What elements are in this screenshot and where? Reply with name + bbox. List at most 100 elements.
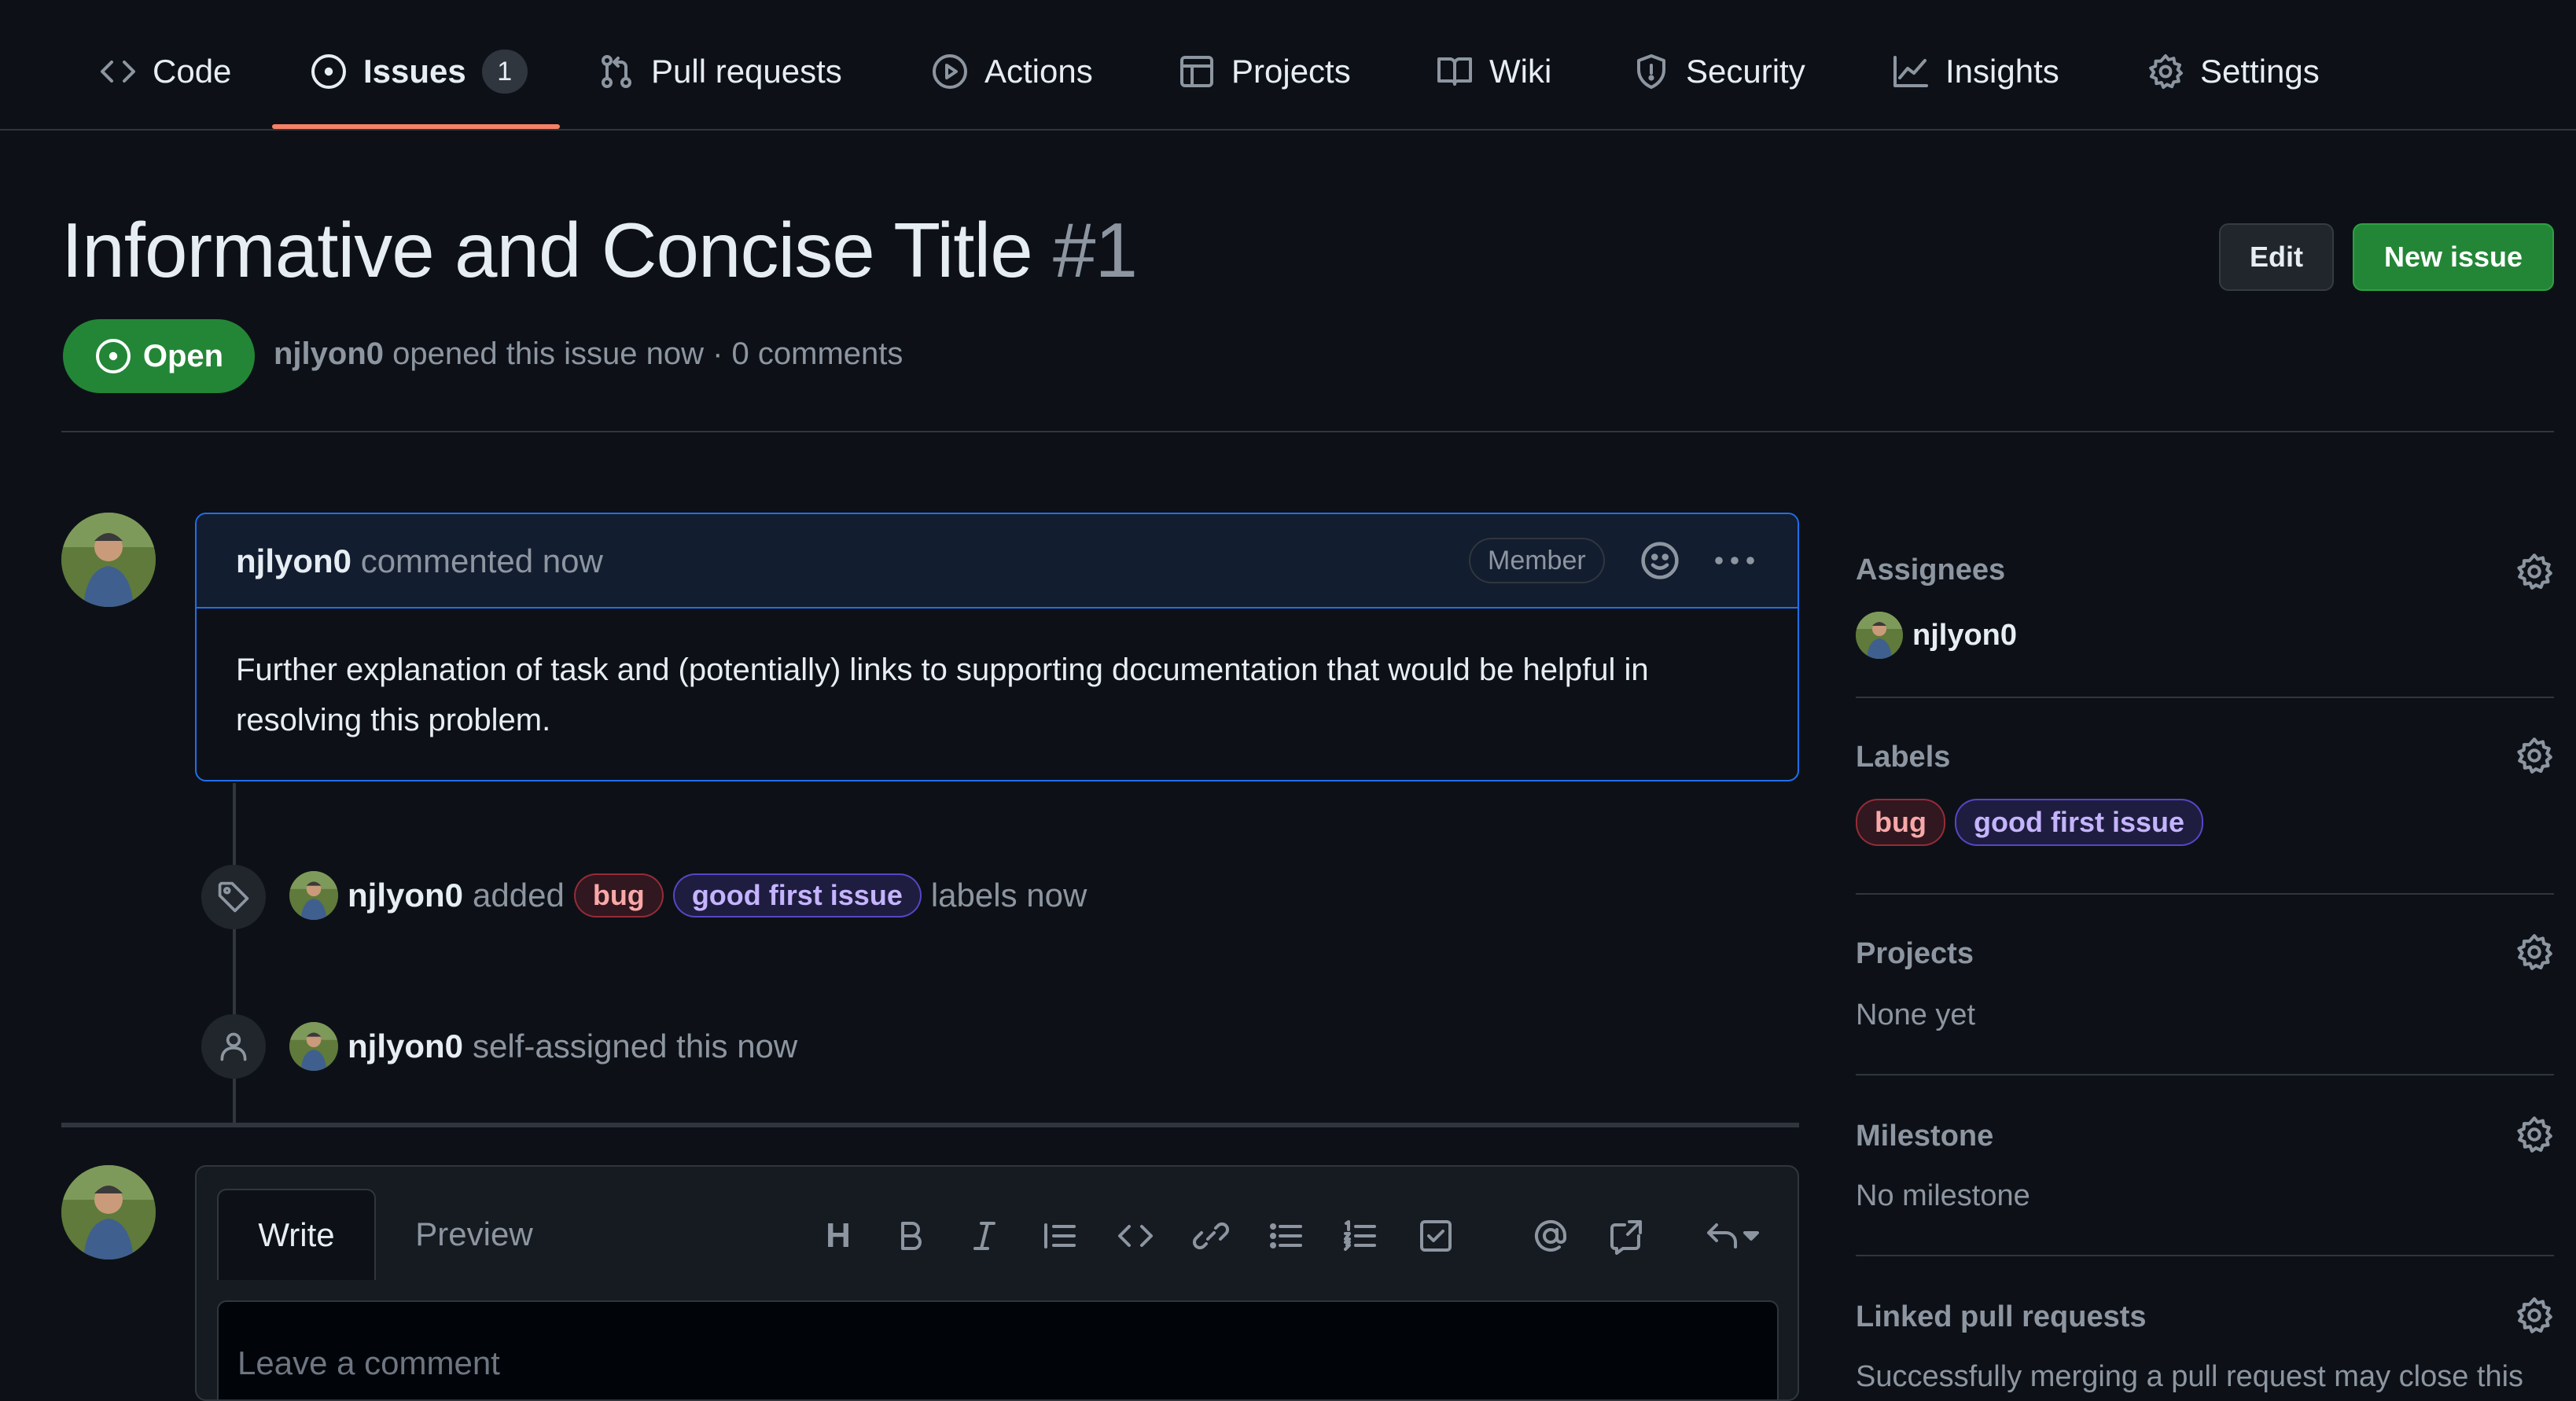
edit-button[interactable]: Edit [2219,223,2334,291]
link-button[interactable] [1189,1214,1233,1258]
avatar-photo [61,1165,156,1259]
shield-icon [1637,54,1665,89]
code-button[interactable] [1113,1214,1157,1258]
code-icon [1118,1225,1153,1247]
issue-meta-text: opened this issue now · 0 comments [392,336,903,371]
comment-textarea[interactable] [217,1300,1779,1399]
timeline-actor-link[interactable]: njlyon0 [348,877,463,914]
label-good-first-issue[interactable]: good first issue [1954,799,2204,846]
avatar-photo [61,513,156,607]
comment-header: njlyon0 commented now Member [197,514,1798,609]
tab-label: Issues [363,53,466,90]
tab-label: Actions [984,53,1093,90]
sidebar-divider [1856,697,2554,698]
comment-options-button[interactable] [1711,539,1758,582]
sidebar-divider [1856,893,2554,895]
tab-write[interactable]: Write [217,1189,376,1280]
assignee-item[interactable]: njlyon0 [1856,612,2017,659]
milestone-settings-button[interactable] [2515,1115,2554,1154]
sidebar-divider [1856,1255,2554,1256]
tab-label: Projects [1231,53,1351,90]
issue-state-label: Open [142,338,224,373]
gear-icon [2517,553,2552,590]
heading-button[interactable]: H [816,1214,860,1258]
projects-value: None yet [1856,998,1976,1031]
linked-prs-settings-button[interactable] [2515,1296,2554,1335]
tab-security[interactable]: Security [1632,41,1805,102]
label-good-first-issue[interactable]: good first issue [672,873,922,917]
tab-actions[interactable]: Actions [931,41,1093,102]
label-bug[interactable]: bug [1856,799,1945,846]
tab-label: Settings [2200,53,2320,90]
tab-preview[interactable]: Preview [407,1189,541,1280]
projects-settings-button[interactable] [2515,932,2554,972]
unordered-list-button[interactable] [1264,1214,1308,1258]
avatar[interactable] [289,871,338,920]
timeline-actor-link[interactable]: njlyon0 [348,1028,463,1065]
assignee-name: njlyon0 [1912,618,2018,652]
timeline-assign-event-icon [201,1014,266,1079]
saved-replies-button[interactable] [1697,1214,1768,1258]
book-icon [1437,57,1472,86]
issue-state-badge: Open [63,319,255,393]
pull-request-icon [602,55,631,88]
issue-meta: njlyon0 opened this issue now · 0 commen… [274,336,903,372]
tab-label: Pull requests [651,53,842,90]
comment-action: commented now [360,542,603,579]
cross-reference-button[interactable] [1604,1214,1648,1258]
label-bug[interactable]: bug [573,873,664,917]
add-reaction-button[interactable] [1639,539,1681,582]
avatar[interactable] [61,513,156,607]
avatar[interactable] [61,1165,156,1259]
issue-author-link[interactable]: njlyon0 [274,336,384,371]
milestone-heading: Milestone [1856,1120,1994,1153]
bold-icon [901,1222,922,1250]
header-divider [61,431,2554,432]
italic-icon [973,1222,995,1250]
member-badge: Member [1469,538,1605,583]
gear-icon [2517,934,2552,970]
assignees-settings-button[interactable] [2515,552,2554,591]
issue-title: Informative and Concise Title #1 [61,206,1138,295]
bold-button[interactable] [889,1214,933,1258]
timeline-label-event-icon [201,865,266,929]
italic-button[interactable] [962,1214,1006,1258]
task-list-button[interactable] [1414,1214,1458,1258]
mention-button[interactable] [1529,1214,1573,1258]
avatar-photo [289,1022,338,1071]
tab-insights[interactable]: Insights [1892,41,2059,102]
projects-heading: Projects [1856,937,1974,970]
comment-author-link[interactable]: njlyon0 [236,542,351,579]
linked-prs-heading: Linked pull requests [1856,1300,2147,1333]
avatar-photo [1856,612,1903,659]
cross-reference-icon [1610,1220,1642,1255]
mention-icon [1535,1219,1566,1252]
ordered-list-button[interactable] [1338,1214,1382,1258]
sidebar-labels-list: bug good first issue [1856,799,2204,846]
labels-settings-button[interactable] [2515,736,2554,775]
list-unordered-icon [1270,1223,1302,1248]
play-icon [933,54,967,89]
comment-composer: Write Preview H [195,1165,1799,1401]
milestone-value: No milestone [1856,1179,2030,1212]
sidebar-divider [1856,1074,2554,1076]
tab-label: Code [153,53,232,90]
tab-settings[interactable]: Settings [2147,41,2320,102]
tag-icon [218,881,249,913]
kebab-horizontal-icon [1715,557,1754,564]
person-icon [220,1032,247,1061]
new-issue-button[interactable]: New issue [2353,223,2554,291]
avatar[interactable] [289,1022,338,1071]
issues-count-badge: 1 [481,50,528,94]
issue-open-icon [95,339,131,373]
tab-code[interactable]: Code [99,41,231,102]
tab-issues[interactable]: Issues 1 [310,41,528,102]
quote-button[interactable] [1038,1214,1082,1258]
tab-pull-requests[interactable]: Pull requests [598,41,842,102]
tab-projects[interactable]: Projects [1178,41,1351,102]
gear-icon [2517,1116,2552,1153]
timeline-suffix: labels now [930,877,1087,914]
issue-icon [311,54,346,89]
tab-wiki[interactable]: Wiki [1436,41,1551,102]
timeline-divider [61,1123,1799,1127]
